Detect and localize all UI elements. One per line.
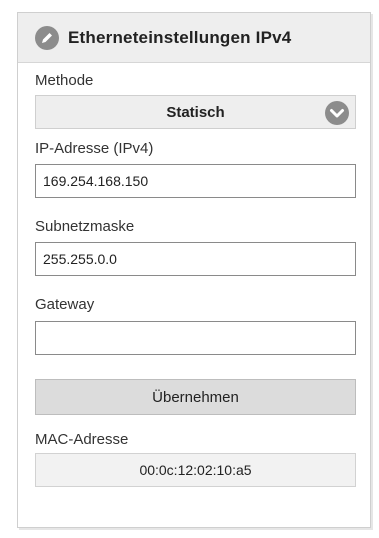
ip-address-input[interactable]: 169.254.168.150: [35, 164, 356, 198]
apply-button[interactable]: Übernehmen: [35, 379, 356, 415]
pencil-icon: [35, 25, 59, 50]
subnet-mask-input[interactable]: 255.255.0.0: [35, 242, 356, 276]
ip-address-label: IP-Adresse (IPv4): [35, 140, 154, 157]
mac-address-label: MAC-Adresse: [35, 431, 129, 448]
gateway-input[interactable]: [35, 321, 356, 355]
method-value: Statisch: [166, 103, 225, 121]
method-label: Methode: [35, 72, 94, 89]
mac-address-value: 00:0c:12:02:10:a5: [35, 453, 356, 487]
panel-title: Etherneteinstellungen IPv4: [68, 27, 292, 47]
panel-header: Etherneteinstellungen IPv4: [18, 13, 370, 63]
subnet-mask-label: Subnetzmaske: [35, 218, 135, 235]
ethernet-settings-panel: Etherneteinstellungen IPv4 Methode Stati…: [17, 12, 371, 528]
gateway-label: Gateway: [35, 296, 95, 313]
chevron-down-icon[interactable]: [325, 101, 349, 125]
method-select[interactable]: Statisch: [35, 95, 356, 129]
